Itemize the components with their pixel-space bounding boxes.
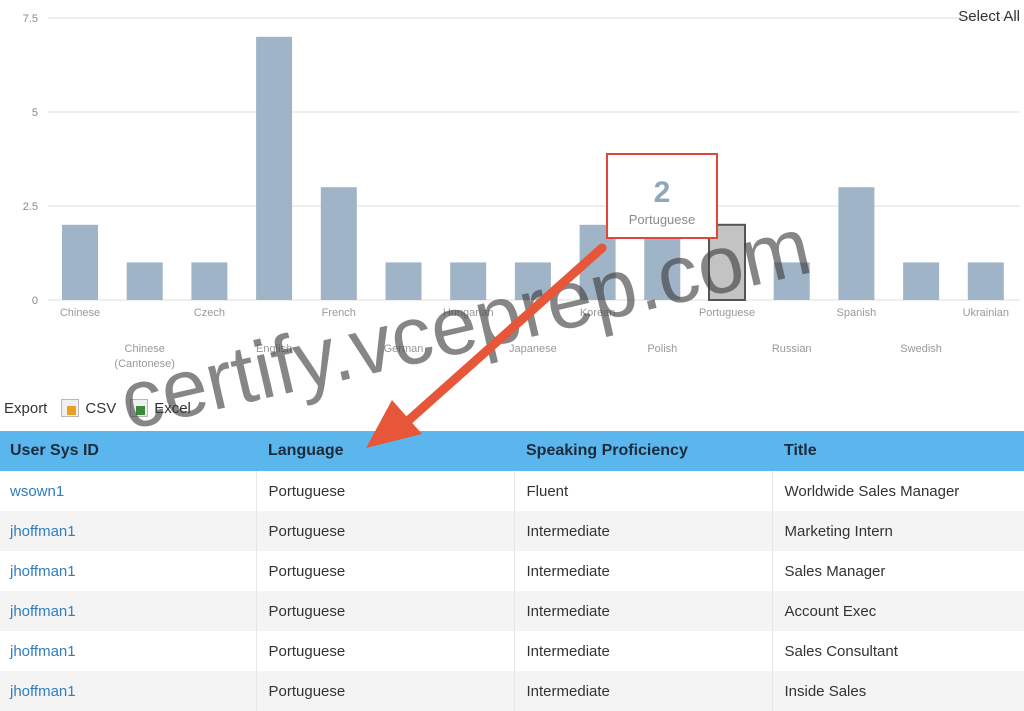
table-row[interactable]: jhoffman1 Portuguese Intermediate Account E… <box>0 591 1024 631</box>
table-row[interactable]: jhoffman1 Portuguese Intermediate Inside Sa… <box>0 671 1024 711</box>
table-header-row: User Sys ID Language Speaking Proficienc… <box>0 431 1024 471</box>
column-header-speaking-proficiency[interactable]: Speaking Proficiency <box>514 431 772 471</box>
x-tick-label: French <box>322 307 356 319</box>
column-header-language[interactable]: Language <box>256 431 514 471</box>
chart-bar[interactable] <box>514 262 551 300</box>
user-sys-id-link[interactable]: jhoffman1 <box>10 523 76 540</box>
x-tick-label: Polish <box>647 343 677 355</box>
language-bar-chart: 0 2.5 5 7.5 Chinese Chinese (Cantonese) Czech En… <box>0 0 1024 390</box>
export-label: Export <box>4 399 48 417</box>
cell-title: Inside Sales <box>771 671 1024 711</box>
y-tick-label: 0 <box>32 295 38 307</box>
y-tick-label: 5 <box>32 107 38 119</box>
chart-bar[interactable] <box>967 262 1004 300</box>
cell-title: Sales Consultant <box>771 631 1024 671</box>
x-tick-label: Chinese <box>60 307 100 319</box>
column-header-title[interactable]: Title <box>772 431 1024 471</box>
x-tick-label: (Cantonese) <box>114 358 175 370</box>
cell-language: Portuguese <box>255 551 514 591</box>
cell-speaking-proficiency: Intermediate <box>513 511 772 551</box>
cell-speaking-proficiency: Intermediate <box>513 591 772 631</box>
cell-language: Portuguese <box>255 591 514 631</box>
user-sys-id-link[interactable]: wsown1 <box>10 483 64 500</box>
user-sys-id-link[interactable]: jhoffman1 <box>10 683 76 700</box>
x-tick-label: Russian <box>772 343 812 355</box>
cell-speaking-proficiency: Intermediate <box>513 671 772 711</box>
x-tick-label: Japanese <box>509 343 557 355</box>
x-tick-label: English <box>256 343 292 355</box>
chart-bar[interactable] <box>838 187 875 300</box>
chart-bar[interactable] <box>450 262 487 300</box>
user-sys-id-link[interactable]: jhoffman1 <box>10 563 76 580</box>
x-tick-label: Portuguese <box>699 307 755 319</box>
tooltip-label: Portuguese <box>629 212 696 227</box>
chart-bar[interactable] <box>126 262 163 300</box>
chart-bar[interactable] <box>62 224 98 300</box>
table-row[interactable]: jhoffman1 Portuguese Intermediate Marketing… <box>0 511 1024 551</box>
chart-bar[interactable] <box>320 187 357 300</box>
cell-speaking-proficiency: Intermediate <box>513 631 772 671</box>
cell-user-sys-id[interactable]: jhoffman1 <box>0 551 256 591</box>
results-table: User Sys ID Language Speaking Proficienc… <box>0 431 1024 711</box>
user-sys-id-link[interactable]: jhoffman1 <box>10 643 76 660</box>
cell-language: Portuguese <box>255 631 514 671</box>
x-tick-label: Korean <box>580 307 615 319</box>
excel-icon[interactable] <box>130 399 149 417</box>
column-header-user-sys-id[interactable]: User Sys ID <box>0 431 256 471</box>
chart-bar[interactable] <box>773 262 810 300</box>
table-row[interactable]: wsown1 Portuguese Fluent Worldwide Sales Ma… <box>0 471 1024 511</box>
table-row[interactable]: jhoffman1 Portuguese Intermediate Sales Man… <box>0 551 1024 591</box>
x-tick-label: Ukrainian <box>963 307 1009 319</box>
x-tick-label: German <box>384 343 424 355</box>
cell-language: Portuguese <box>255 511 514 551</box>
y-tick-label: 2.5 <box>23 201 38 213</box>
chart-bar[interactable] <box>256 36 293 301</box>
x-tick-label: Spanish <box>837 307 877 319</box>
csv-icon[interactable] <box>61 399 80 417</box>
cell-language: Portuguese <box>255 471 514 511</box>
chart-bar[interactable] <box>903 262 940 300</box>
cell-user-sys-id[interactable]: jhoffman1 <box>0 671 256 711</box>
cell-title: Marketing Intern <box>771 511 1024 551</box>
x-tick-label: Swedish <box>900 343 942 355</box>
cell-user-sys-id[interactable]: jhoffman1 <box>0 631 256 671</box>
cell-title: Account Exec <box>771 591 1024 631</box>
table-row[interactable]: jhoffman1 Portuguese Intermediate Sales Con… <box>0 631 1024 671</box>
export-bar: Export CSV Excel <box>0 396 191 420</box>
cell-title: Sales Manager <box>771 551 1024 591</box>
cell-title: Worldwide Sales Manager <box>771 471 1024 511</box>
tooltip-value: 2 <box>654 176 671 209</box>
x-tick-label: Czech <box>194 307 225 319</box>
x-tick-label: Hungarian <box>443 307 494 319</box>
cell-user-sys-id[interactable]: jhoffman1 <box>0 511 256 551</box>
cell-speaking-proficiency: Intermediate <box>513 551 772 591</box>
chart-bar[interactable] <box>191 262 228 300</box>
cell-user-sys-id[interactable]: wsown1 <box>0 471 256 511</box>
export-csv-link[interactable]: CSV <box>85 400 116 417</box>
x-tick-label: Chinese <box>125 343 165 355</box>
cell-speaking-proficiency: Fluent <box>513 471 772 511</box>
select-all-link[interactable]: Select All <box>930 8 1020 25</box>
cell-language: Portuguese <box>255 671 514 711</box>
export-excel-link[interactable]: Excel <box>154 400 191 417</box>
y-tick-label: 7.5 <box>23 13 38 25</box>
user-sys-id-link[interactable]: jhoffman1 <box>10 603 76 620</box>
chart-bar[interactable] <box>385 262 422 300</box>
cell-user-sys-id[interactable]: jhoffman1 <box>0 591 256 631</box>
chart-svg: 0 2.5 5 7.5 Chinese Chinese (Cantonese) Czech En… <box>23 13 1020 370</box>
